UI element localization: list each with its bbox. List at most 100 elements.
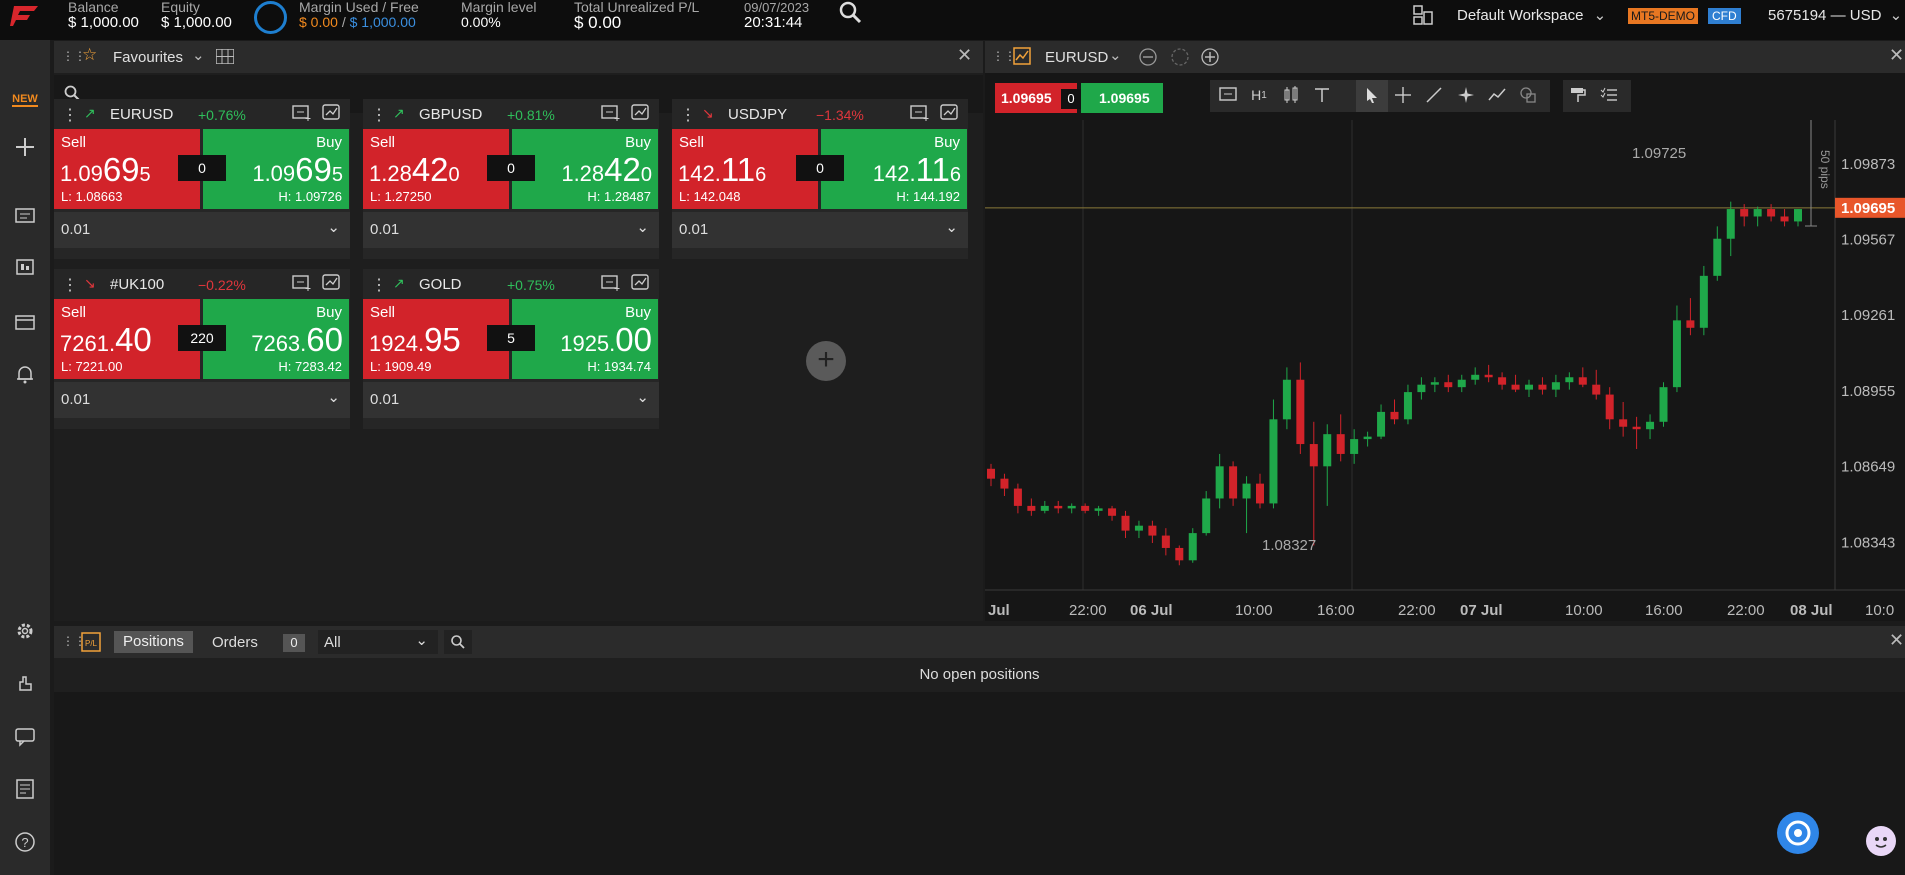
low-annotation: 1.08327	[1262, 537, 1316, 554]
candle-body	[1592, 384, 1601, 395]
zoom-in-icon[interactable]	[1200, 47, 1220, 72]
new-order-icon[interactable]	[601, 104, 621, 126]
favourites-title[interactable]: Favourites	[113, 49, 183, 66]
plus-icon[interactable]	[13, 135, 37, 159]
chevron-down-icon: ⌄	[636, 219, 649, 236]
candle-body	[1605, 394, 1614, 420]
sell-price: 1924.95	[369, 321, 461, 359]
chart-symbol[interactable]: EURUSD	[1045, 49, 1108, 66]
more-vertical-icon[interactable]: ⋮	[62, 275, 78, 295]
close-icon[interactable]: ✕	[1889, 45, 1904, 66]
candle-body	[1202, 498, 1211, 534]
chevron-down-icon[interactable]: ⌄	[192, 46, 205, 64]
lot-size-select[interactable]: 0.01 ⌄	[54, 212, 350, 248]
shapes-icon[interactable]	[1517, 84, 1539, 106]
help-icon[interactable]: ?	[13, 830, 37, 854]
reset-zoom-icon[interactable]	[1170, 47, 1190, 72]
open-chart-icon[interactable]	[940, 104, 960, 126]
grid-view-icon[interactable]	[215, 48, 235, 69]
monitor-chart-icon[interactable]	[13, 257, 37, 281]
close-icon[interactable]: ✕	[957, 45, 972, 66]
search-button[interactable]	[444, 630, 472, 654]
x-tick-label: 10:00	[1565, 602, 1603, 619]
hand-icon[interactable]	[13, 671, 37, 695]
new-order-icon[interactable]	[910, 104, 930, 126]
close-icon[interactable]: ✕	[1889, 630, 1904, 651]
trend-line-icon[interactable]	[1423, 84, 1445, 106]
polyline-icon[interactable]	[1486, 84, 1508, 106]
lot-size-select[interactable]: 0.01 ⌄	[672, 212, 968, 248]
candle-body	[1094, 508, 1103, 511]
lot-size-select[interactable]: 0.01 ⌄	[363, 382, 659, 418]
favourites-header: ⋮⋮ ☆ Favourites ⌄ ✕	[54, 41, 983, 73]
cursor-icon[interactable]	[1361, 84, 1383, 106]
broker-logo[interactable]	[10, 2, 42, 30]
more-vertical-icon[interactable]: ⋮	[371, 275, 387, 295]
chevron-down-icon[interactable]: ⌄	[1109, 46, 1122, 64]
candle-body	[1013, 488, 1022, 506]
add-instrument-button[interactable]: +	[806, 341, 846, 381]
lot-size-select[interactable]: 0.01 ⌄	[54, 382, 350, 418]
zoom-out-icon[interactable]	[1138, 47, 1158, 72]
new-order-icon[interactable]	[292, 104, 312, 126]
y-tick-label: 1.08343	[1841, 534, 1895, 551]
buy-price-pips: 00	[615, 321, 652, 358]
more-vertical-icon[interactable]: ⋮	[680, 105, 696, 125]
paint-roller-icon[interactable]	[1567, 84, 1589, 106]
trend-arrow-icon: ↗	[393, 105, 405, 121]
spread-value: 0	[178, 155, 226, 181]
more-vertical-icon[interactable]: ⋮	[62, 105, 78, 125]
candle-body	[1148, 525, 1157, 536]
chat-icon[interactable]	[13, 725, 37, 749]
chart-buy-button[interactable]: 1.09695	[1081, 83, 1163, 113]
tile-symbol[interactable]: USDJPY	[728, 106, 787, 123]
candle-body	[987, 468, 995, 479]
timeframe-selector[interactable]: H1	[1248, 84, 1270, 106]
assistant-avatar-icon[interactable]	[1866, 826, 1896, 856]
workspace-dropdown[interactable]: Default Workspace ⌄	[1457, 6, 1606, 24]
text-tool-icon[interactable]	[1311, 84, 1333, 106]
add-indicator-icon[interactable]	[1217, 84, 1239, 106]
workspace-layout-icon[interactable]	[1412, 4, 1434, 26]
open-chart-icon[interactable]	[322, 104, 342, 126]
tile-symbol[interactable]: GOLD	[419, 276, 462, 293]
tile-symbol[interactable]: #UK100	[110, 276, 164, 293]
account-selector[interactable]: 5675194 — USD ⌄	[1768, 6, 1902, 24]
tab-orders[interactable]: Orders	[212, 634, 258, 651]
instrument-tile: ⋮ ↗ EURUSD +0.76% Sell 1.09695 L: 1.0866…	[54, 99, 350, 259]
tab-positions[interactable]: Positions	[114, 631, 193, 653]
gear-icon[interactable]	[13, 619, 37, 643]
candle-body	[1188, 533, 1197, 561]
crosshair-icon[interactable]	[1392, 84, 1414, 106]
candlestick-chart[interactable]: 1.09873 1.09567 1.09261 1.08955 1.08649 1.083…	[985, 120, 1905, 620]
chart-type-icon[interactable]	[1280, 84, 1302, 106]
pl-icon: P/L	[81, 632, 101, 657]
checklist-icon[interactable]	[1598, 84, 1620, 106]
open-chart-icon[interactable]	[322, 274, 342, 296]
quote-list-icon[interactable]	[13, 205, 37, 229]
bell-icon[interactable]	[13, 362, 37, 386]
buy-price: 1.09695	[252, 151, 343, 189]
tile-symbol[interactable]: GBPUSD	[419, 106, 482, 123]
candle-body	[1175, 547, 1184, 561]
open-chart-icon[interactable]	[631, 104, 651, 126]
lot-size-select[interactable]: 0.01 ⌄	[363, 212, 659, 248]
news-icon[interactable]	[13, 777, 37, 801]
buy-label: Buy	[625, 304, 651, 321]
candle-body	[1457, 379, 1466, 388]
wallet-icon[interactable]	[13, 310, 37, 334]
filter-select[interactable]: All ⌄	[318, 630, 438, 654]
tile-change: −0.22%	[198, 277, 246, 293]
support-chat-button[interactable]	[1777, 812, 1819, 854]
more-vertical-icon[interactable]: ⋮	[371, 105, 387, 125]
open-chart-icon[interactable]	[631, 274, 651, 296]
search-icon[interactable]	[838, 0, 864, 26]
sparkle-tool-icon[interactable]	[1455, 84, 1477, 106]
new-badge-icon[interactable]: NEW	[12, 88, 38, 112]
new-order-icon[interactable]	[292, 274, 312, 296]
tile-symbol[interactable]: EURUSD	[110, 106, 173, 123]
sell-price: 7261.40	[60, 321, 152, 359]
new-order-icon[interactable]	[601, 274, 621, 296]
x-tick-label: 10:00	[1235, 602, 1273, 619]
margin-label: Margin Used / Free	[299, 0, 419, 15]
